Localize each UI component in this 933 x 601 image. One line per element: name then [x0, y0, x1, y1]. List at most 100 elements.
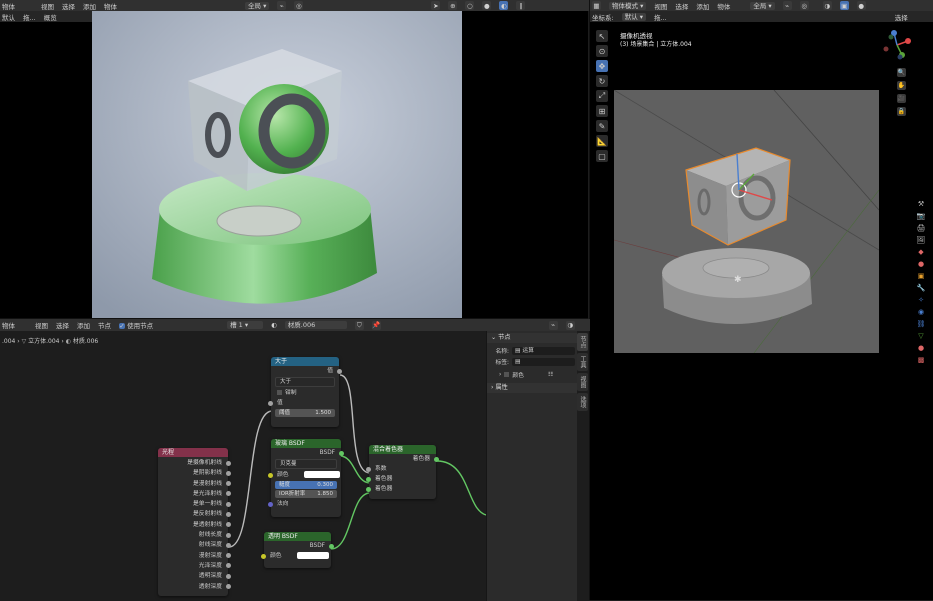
color-socket[interactable]: [261, 553, 266, 559]
sidebar-tab-options[interactable]: 选项: [577, 393, 588, 411]
light-path-node[interactable]: 光程 是摄像机射线 是阴影射线 是漫射射线 是光泽射线 是单一射线 是反射射线 …: [158, 448, 231, 596]
output-socket[interactable]: [226, 470, 231, 476]
render-select-menu[interactable]: 选择: [62, 1, 75, 11]
ior-field[interactable]: IOR折射率 1.850: [275, 490, 337, 498]
render-props-icon[interactable]: 📷: [917, 212, 926, 220]
cursor-tool-icon[interactable]: ⊙: [596, 45, 608, 57]
label-input[interactable]: ▤: [512, 357, 575, 366]
shader-out-socket[interactable]: [434, 456, 439, 462]
color-socket[interactable]: [268, 472, 273, 478]
overlay-icon[interactable]: ◑: [822, 1, 832, 10]
select-tool-icon[interactable]: ↖: [596, 30, 608, 42]
color-checkbox-icon[interactable]: [504, 372, 510, 377]
pause-icon[interactable]: ‖: [516, 1, 526, 10]
render-drag-label[interactable]: 拖...: [23, 12, 36, 22]
overlay-icon[interactable]: ◑: [565, 320, 575, 330]
output-socket[interactable]: [337, 368, 342, 374]
output-socket[interactable]: [226, 460, 231, 466]
glass-node-header[interactable]: 玻璃 BSDF: [271, 439, 341, 448]
output-socket[interactable]: [226, 573, 231, 579]
lock-icon[interactable]: 🔒: [897, 107, 906, 116]
list-icon[interactable]: ☷: [548, 372, 553, 378]
sidebar-props-panel-header[interactable]: › 属性: [487, 383, 577, 393]
texture-icon[interactable]: ▩: [918, 356, 925, 364]
viewport-object-menu[interactable]: 物体: [717, 1, 730, 11]
view-layer-icon[interactable]: 🖼: [917, 236, 926, 244]
viewport-add-menu[interactable]: 添加: [696, 1, 709, 11]
bsdf-socket[interactable]: [339, 450, 344, 456]
move-tool-icon[interactable]: ✥: [596, 60, 608, 72]
output-socket[interactable]: [226, 501, 231, 507]
clamp-toggle[interactable]: 钳制: [271, 388, 339, 398]
shading-render-icon[interactable]: ◐: [499, 1, 509, 10]
sidebar-tab-view[interactable]: 视图: [577, 373, 588, 391]
operation-dropdown[interactable]: 大于: [275, 377, 335, 387]
output-socket[interactable]: [226, 542, 231, 548]
measure-tool-icon[interactable]: 📐: [596, 135, 608, 147]
name-input[interactable]: ▤ 运算: [512, 346, 575, 355]
input-socket[interactable]: [268, 400, 273, 406]
render-filter-label[interactable]: 默认: [2, 12, 15, 22]
tool-settings-icon[interactable]: ⚒: [918, 200, 924, 208]
viewport-orientation-dropdown[interactable]: 全局 ▾: [750, 1, 775, 10]
greater-node-header[interactable]: 大于: [271, 357, 339, 366]
output-socket[interactable]: [226, 532, 231, 538]
add-cube-tool-icon[interactable]: ▢: [596, 150, 608, 162]
snap-icon[interactable]: ⌁: [548, 320, 558, 330]
viewport-select-menu[interactable]: 选择: [675, 1, 688, 11]
zoom-icon[interactable]: 🔍: [897, 68, 906, 77]
color-swatch[interactable]: [297, 552, 330, 559]
material-icon[interactable]: ●: [918, 344, 924, 352]
color-swatch[interactable]: [304, 471, 341, 478]
viewport-view-menu[interactable]: 视图: [654, 1, 667, 11]
data-icon[interactable]: ▽: [918, 332, 923, 340]
navigation-gizmo-icon[interactable]: [880, 28, 914, 62]
transform-tool-icon[interactable]: ⊞: [596, 105, 608, 117]
shader1-socket[interactable]: [366, 476, 371, 482]
orientation-dropdown[interactable]: 默认 ▾: [621, 12, 647, 21]
render-object-menu[interactable]: 物体: [104, 1, 117, 11]
object-props-icon[interactable]: ▣: [918, 272, 925, 280]
physics-icon[interactable]: ◉: [918, 308, 924, 316]
output-props-icon[interactable]: 🖨: [917, 224, 926, 232]
transparent-bsdf-node[interactable]: 透明 BSDF BSDF 颜色: [261, 532, 334, 568]
lightpath-node-header[interactable]: 光程: [158, 448, 228, 457]
scale-tool-icon[interactable]: ⤢: [596, 90, 608, 102]
world-icon[interactable]: ●: [918, 260, 924, 268]
distribution-dropdown[interactable]: 贝克曼: [275, 459, 337, 469]
modifier-icon[interactable]: 🔧: [917, 284, 926, 292]
viewport-mode-dropdown[interactable]: 物体模式 ▾: [609, 1, 647, 10]
roughness-field[interactable]: 糙度 0.300: [275, 481, 337, 489]
glass-bsdf-node[interactable]: 玻璃 BSDF BSDF 贝克曼 颜色 糙度 0.300 IOR折射率 1.850 …: [268, 439, 344, 517]
sidebar-node-panel-header[interactable]: ⌄ 节点: [487, 333, 577, 343]
bsdf-socket[interactable]: [329, 543, 334, 549]
render-view-menu[interactable]: 视图: [41, 1, 54, 11]
particles-icon[interactable]: ✧: [918, 296, 924, 304]
snap-icon[interactable]: ⌁: [782, 1, 792, 10]
shader2-socket[interactable]: [366, 486, 371, 492]
fac-socket[interactable]: [366, 466, 371, 472]
cursor-icon[interactable]: ➤: [431, 1, 441, 10]
output-socket[interactable]: [226, 511, 231, 517]
mix-shader-node[interactable]: 混合着色器 着色器 系数 着色器 着色器: [366, 445, 439, 499]
constraints-icon[interactable]: ⛓: [917, 320, 926, 328]
greater-than-node[interactable]: 大于 值 大于 钳制 值 阈值 1.500: [268, 357, 342, 427]
mix-node-header[interactable]: 混合着色器: [369, 445, 436, 454]
snap-icon[interactable]: ⌁: [277, 1, 287, 10]
render-overview-label[interactable]: 概览: [44, 12, 57, 22]
sidebar-tab-node[interactable]: 节点: [577, 333, 588, 351]
xray-icon[interactable]: ▣: [839, 1, 849, 10]
camera-icon[interactable]: 🎥: [897, 94, 906, 103]
shading-solid-icon[interactable]: ●: [856, 1, 866, 10]
scene-icon[interactable]: ◆: [918, 248, 923, 256]
proportional-icon[interactable]: ◎: [294, 1, 304, 10]
render-mode-menu[interactable]: 物体: [2, 1, 15, 11]
proportional-edit-icon[interactable]: ◎: [799, 1, 809, 10]
shading-solid-icon[interactable]: ●: [482, 1, 492, 10]
render-orientation-dropdown[interactable]: 全局 ▾: [245, 1, 270, 10]
shading-wire-icon[interactable]: ○: [465, 1, 475, 10]
pan-hand-icon[interactable]: ✋: [897, 81, 906, 90]
rotate-tool-icon[interactable]: ↻: [596, 75, 608, 87]
threshold-field[interactable]: 阈值 1.500: [275, 409, 335, 417]
normal-socket[interactable]: [268, 501, 273, 507]
